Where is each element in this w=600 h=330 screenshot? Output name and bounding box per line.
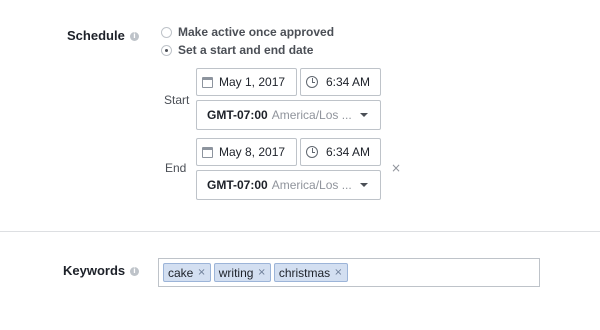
keyword-token: writing × — [213, 263, 271, 282]
start-timezone-select[interactable]: GMT-07:00 America/Los ... — [196, 100, 381, 130]
start-tz-code: GMT-07:00 — [207, 108, 268, 122]
remove-end-date-icon[interactable]: × — [391, 161, 401, 175]
start-label: Start — [164, 93, 190, 107]
radio-set-start-end-date[interactable]: Set a start and end date — [161, 43, 313, 57]
calendar-icon — [202, 146, 213, 158]
radio-label-approved: Make active once approved — [178, 25, 335, 39]
start-tz-name: America/Los ... — [271, 108, 352, 122]
calendar-icon — [202, 76, 213, 88]
end-date-value: May 8, 2017 — [219, 145, 286, 159]
start-time-input[interactable]: 6:34 AM — [300, 68, 381, 96]
schedule-info-icon[interactable]: i — [130, 32, 139, 41]
clock-icon — [306, 146, 318, 158]
end-label: End — [165, 161, 187, 175]
keywords-input[interactable]: cake × writing × christmas × — [158, 258, 540, 287]
keywords-info-icon[interactable]: i — [130, 267, 139, 276]
section-divider — [0, 231, 600, 232]
end-time-value: 6:34 AM — [326, 145, 371, 159]
end-time-input[interactable]: 6:34 AM — [300, 138, 381, 166]
keyword-token: christmas × — [273, 263, 348, 282]
keyword-token-label: writing — [218, 265, 254, 280]
caret-down-icon — [360, 113, 368, 117]
keywords-label: Keywords — [63, 263, 126, 278]
start-time-value: 6:34 AM — [326, 75, 371, 89]
end-tz-name: America/Los ... — [271, 178, 352, 192]
radio-checked-icon[interactable] — [161, 44, 172, 56]
end-tz-code: GMT-07:00 — [207, 178, 268, 192]
clock-icon — [306, 76, 318, 88]
start-date-value: May 1, 2017 — [219, 75, 286, 89]
token-remove-icon[interactable]: × — [197, 267, 205, 278]
radio-label-range: Set a start and end date — [178, 43, 314, 57]
keyword-token: cake × — [163, 263, 211, 282]
caret-down-icon — [360, 183, 368, 187]
end-timezone-select[interactable]: GMT-07:00 America/Los ... — [196, 170, 381, 200]
start-date-input[interactable]: May 1, 2017 — [196, 68, 297, 96]
radio-unchecked-icon[interactable] — [161, 26, 172, 38]
keyword-token-label: cake — [168, 265, 194, 280]
end-date-input[interactable]: May 8, 2017 — [196, 138, 297, 166]
token-remove-icon[interactable]: × — [257, 267, 265, 278]
radio-make-active-once-approved[interactable]: Make active once approved — [161, 25, 334, 39]
token-remove-icon[interactable]: × — [334, 267, 342, 278]
schedule-label: Schedule — [67, 28, 125, 43]
keyword-token-label: christmas — [278, 265, 331, 280]
